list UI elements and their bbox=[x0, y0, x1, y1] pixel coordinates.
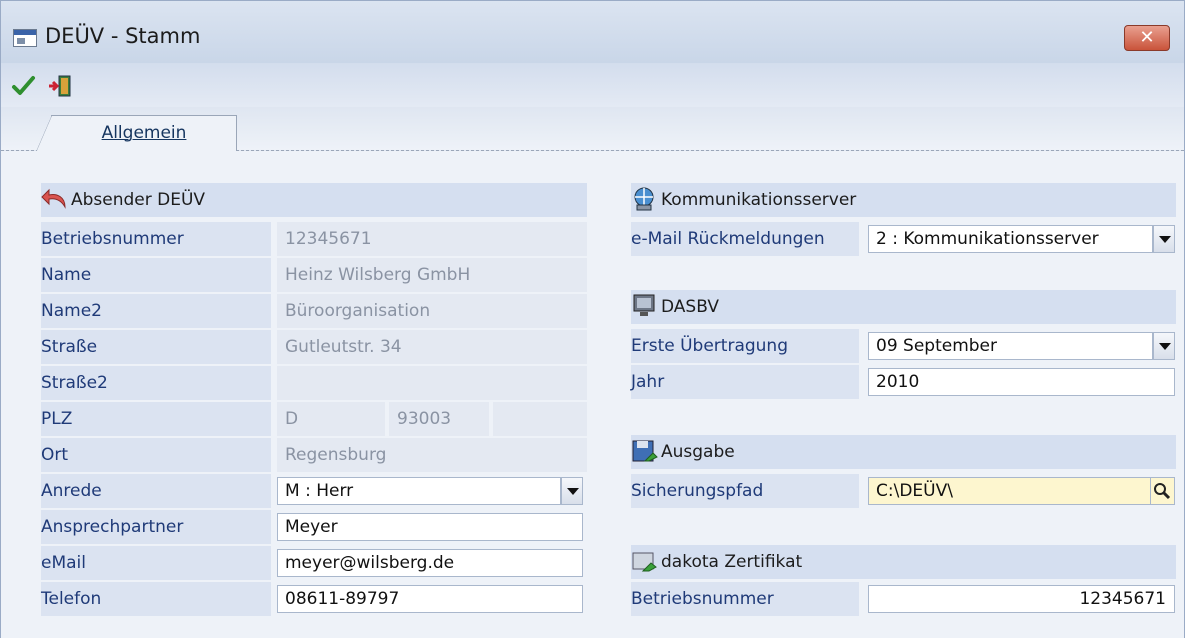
anrede-select[interactable]: M : Herr bbox=[277, 477, 561, 505]
label-ort: Ort bbox=[41, 438, 271, 472]
value-plz-country: D bbox=[277, 402, 385, 436]
close-button[interactable]: ✕ bbox=[1124, 25, 1170, 51]
label-betriebsnummer: Betriebsnummer bbox=[41, 222, 271, 256]
value-strasse2 bbox=[277, 366, 587, 400]
value-betriebsnummer: 12345671 bbox=[277, 222, 587, 256]
row-name2: Name2 Büroorganisation bbox=[41, 294, 587, 330]
row-strasse2: Straße2 bbox=[41, 366, 587, 402]
dakota-betriebsnummer-input[interactable]: 12345671 bbox=[868, 585, 1175, 613]
email-rueckmeldungen-dropdown-icon[interactable] bbox=[1153, 225, 1175, 253]
jahr-input[interactable]: 2010 bbox=[868, 368, 1175, 396]
row-jahr: Jahr 2010 bbox=[631, 365, 1176, 401]
erste-uebertragung-select[interactable]: 09 September bbox=[868, 332, 1153, 360]
label-telefon: Telefon bbox=[41, 582, 271, 616]
erste-uebertragung-dropdown-icon[interactable] bbox=[1153, 332, 1175, 360]
row-ansprechpartner: Ansprechpartner Meyer bbox=[41, 510, 587, 546]
section-dakota-title: dakota Zertifikat bbox=[661, 552, 803, 572]
save-output-icon bbox=[631, 439, 659, 463]
row-erste-uebertragung: Erste Übertragung 09 September bbox=[631, 329, 1176, 365]
row-anrede: Anrede M : Herr bbox=[41, 474, 587, 510]
section-absender-header: Absender DEÜV bbox=[41, 183, 587, 217]
row-telefon: Telefon 08611-89797 bbox=[41, 582, 587, 618]
section-dakota-header: dakota Zertifikat bbox=[631, 545, 1176, 579]
app-window-icon bbox=[13, 29, 37, 47]
section-ausgabe-title: Ausgabe bbox=[661, 442, 735, 462]
label-email-rueckmeldungen: e-Mail Rückmeldungen bbox=[631, 222, 859, 256]
section-kommunikation-title: Kommunikationsserver bbox=[661, 190, 857, 210]
row-name: Name Heinz Wilsberg GmbH bbox=[41, 258, 587, 294]
value-plz-extra bbox=[493, 402, 587, 436]
row-email-rueckmeldungen: e-Mail Rückmeldungen 2 : Kommunikationss… bbox=[631, 222, 1176, 258]
anrede-dropdown-icon[interactable] bbox=[561, 477, 583, 505]
label-sicherungspfad: Sicherungspfad bbox=[631, 474, 859, 508]
title-bar: DEÜV - Stamm ✕ bbox=[1, 1, 1184, 63]
value-name2: Büroorganisation bbox=[277, 294, 587, 328]
row-ort: Ort Regensburg bbox=[41, 438, 587, 474]
label-ansprechpartner: Ansprechpartner bbox=[41, 510, 271, 544]
sicherungspfad-input[interactable]: C:\DEÜV\ bbox=[868, 477, 1151, 505]
certificate-icon bbox=[631, 549, 659, 573]
section-dasbv-header: DASBV bbox=[631, 290, 1176, 324]
value-ort: Regensburg bbox=[277, 438, 587, 472]
label-plz: PLZ bbox=[41, 402, 271, 436]
label-email: eMail bbox=[41, 546, 271, 580]
label-name: Name bbox=[41, 258, 271, 292]
section-dasbv-title: DASBV bbox=[661, 297, 719, 317]
return-arrow-icon bbox=[41, 187, 69, 211]
row-betriebsnummer: Betriebsnummer 12345671 bbox=[41, 222, 587, 258]
monitor-icon bbox=[631, 294, 659, 318]
window-title: DEÜV - Stamm bbox=[45, 24, 201, 48]
row-sicherungspfad: Sicherungspfad C:\DEÜV\ bbox=[631, 474, 1176, 510]
label-erste-uebertragung: Erste Übertragung bbox=[631, 329, 859, 363]
label-anrede: Anrede bbox=[41, 474, 271, 508]
exit-door-icon[interactable] bbox=[47, 73, 73, 99]
value-plz: 93003 bbox=[389, 402, 489, 436]
deuev-stamm-window: DEÜV - Stamm ✕ Allgemein Absender DEÜV B… bbox=[0, 0, 1185, 638]
label-jahr: Jahr bbox=[631, 365, 859, 399]
section-absender-title: Absender DEÜV bbox=[71, 190, 206, 210]
row-dakota-betriebsnummer: Betriebsnummer 12345671 bbox=[631, 582, 1176, 618]
value-name: Heinz Wilsberg GmbH bbox=[277, 258, 587, 292]
email-input[interactable]: meyer@wilsberg.de bbox=[277, 549, 583, 577]
tab-allgemein[interactable]: Allgemein bbox=[36, 115, 237, 152]
section-kommunikation-header: Kommunikationsserver bbox=[631, 183, 1176, 217]
email-rueckmeldungen-select[interactable]: 2 : Kommunikationsserver bbox=[868, 225, 1153, 253]
tab-strip: Allgemein bbox=[1, 107, 1184, 152]
row-email: eMail meyer@wilsberg.de bbox=[41, 546, 587, 582]
search-icon[interactable] bbox=[1151, 477, 1175, 505]
value-strasse: Gutleutstr. 34 bbox=[277, 330, 587, 364]
server-globe-icon bbox=[631, 187, 659, 211]
row-plz: PLZ D 93003 bbox=[41, 402, 587, 438]
label-name2: Name2 bbox=[41, 294, 271, 328]
ansprechpartner-input[interactable]: Meyer bbox=[277, 513, 583, 541]
checkmark-icon[interactable] bbox=[11, 73, 37, 99]
row-strasse: Straße Gutleutstr. 34 bbox=[41, 330, 587, 366]
label-strasse2: Straße2 bbox=[41, 366, 271, 400]
section-ausgabe-header: Ausgabe bbox=[631, 435, 1176, 469]
telefon-input[interactable]: 08611-89797 bbox=[277, 585, 583, 613]
toolbar bbox=[1, 63, 1184, 107]
form-content: Absender DEÜV Betriebsnummer 12345671 Na… bbox=[1, 151, 1184, 638]
label-strasse: Straße bbox=[41, 330, 271, 364]
label-dakota-betriebsnummer: Betriebsnummer bbox=[631, 582, 859, 616]
